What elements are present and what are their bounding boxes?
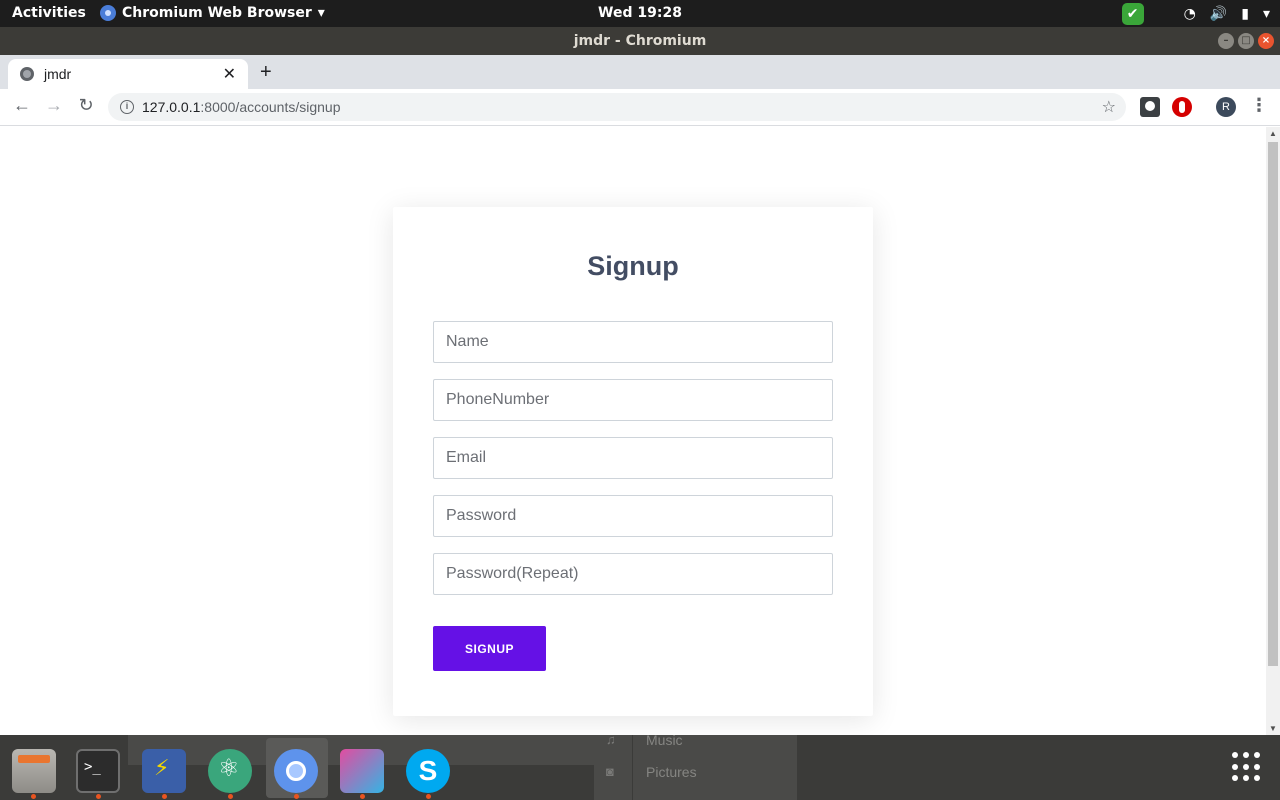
page-title: Signup [587,251,679,281]
profile-avatar[interactable]: R [1216,97,1236,117]
password-field[interactable] [433,495,833,537]
running-indicator [360,794,365,799]
atom-icon[interactable] [208,749,252,793]
signup-card: Signup SIGNUP [393,207,873,716]
recorder-extension-icon[interactable] [1172,97,1192,117]
chevron-down-icon: ▾ [1262,6,1270,22]
info-icon[interactable]: i [120,100,134,114]
scroll-down-arrow-icon[interactable]: ▼ [1266,724,1280,733]
password-repeat-field[interactable] [433,553,833,595]
minimize-button[interactable]: – [1218,33,1234,49]
window-controls: – □ × [1218,33,1274,49]
menu-separator [632,735,633,800]
wifi-icon: ◔ [1183,6,1196,22]
update-check-icon[interactable]: ✔ [1121,3,1144,25]
menu-item-music[interactable]: Music [646,732,683,748]
camera-icon: ◙ [606,764,614,779]
system-tray[interactable]: ✔ ◔ 🔊 ▮ ▾ [1121,3,1270,25]
running-indicator [162,794,167,799]
running-indicator [96,794,101,799]
email-field[interactable] [433,437,833,479]
page-scrollbar[interactable]: ▲ ▼ [1266,127,1280,735]
files-icon[interactable] [12,749,56,793]
clock[interactable]: Wed 19:28 [0,5,1280,21]
browser-toolbar: ← → ↻ i 127.0.0.1:8000/accounts/signup ☆… [0,89,1280,126]
bookmark-star-icon[interactable]: ☆ [1102,97,1116,117]
name-field[interactable] [433,321,833,363]
running-indicator [31,794,36,799]
phone-number-field[interactable] [433,379,833,421]
back-button[interactable]: ← [10,95,34,116]
window-titlebar: jmdr - Chromium – □ × [0,27,1280,55]
screenshot-icon[interactable] [340,749,384,793]
menu-kebab-icon[interactable]: ⋮ [1250,95,1268,116]
places-menu: ♫ Music ◙ Pictures [594,732,797,800]
show-applications-icon[interactable] [1232,752,1262,782]
skype-icon[interactable]: S [406,749,450,793]
maximize-button[interactable]: □ [1238,33,1254,49]
running-indicator [228,794,233,799]
webcam-extension-icon[interactable] [1140,97,1160,117]
ubuntu-dock: >_ S ♫ Music ◙ Pictures [0,732,1280,800]
tab-jmdr[interactable]: jmdr ✕ [8,59,248,89]
menu-item-pictures[interactable]: Pictures [646,764,697,780]
running-indicator [426,794,431,799]
close-tab-icon[interactable]: ✕ [223,64,236,84]
tab-title: jmdr [44,66,72,82]
close-button[interactable]: × [1258,33,1274,49]
scrollbar-thumb[interactable] [1268,142,1278,666]
url-path: :8000/accounts/signup [200,99,341,115]
scroll-up-arrow-icon[interactable]: ▲ [1266,129,1280,138]
globe-icon [20,67,34,81]
url-host: 127.0.0.1 [142,99,201,115]
network-icon[interactable] [142,749,186,793]
terminal-icon[interactable]: >_ [76,749,120,793]
chromium-icon[interactable] [274,749,318,793]
window-title: jmdr - Chromium [573,33,707,49]
page-viewport: Signup SIGNUP [0,127,1266,735]
music-icon: ♫ [606,732,616,747]
new-tab-button[interactable]: + [260,61,272,84]
volume-icon: 🔊 [1209,6,1228,22]
running-indicator [294,794,299,799]
gnome-top-bar: Activities Chromium Web Browser ▾ Wed 19… [0,0,1280,27]
signup-button[interactable]: SIGNUP [433,626,546,671]
forward-button[interactable]: → [42,95,66,116]
reload-button[interactable]: ↻ [74,95,98,116]
address-bar[interactable]: i 127.0.0.1:8000/accounts/signup ☆ [108,93,1126,121]
tab-strip: jmdr ✕ + [0,55,1280,89]
battery-icon: ▮ [1241,6,1249,22]
